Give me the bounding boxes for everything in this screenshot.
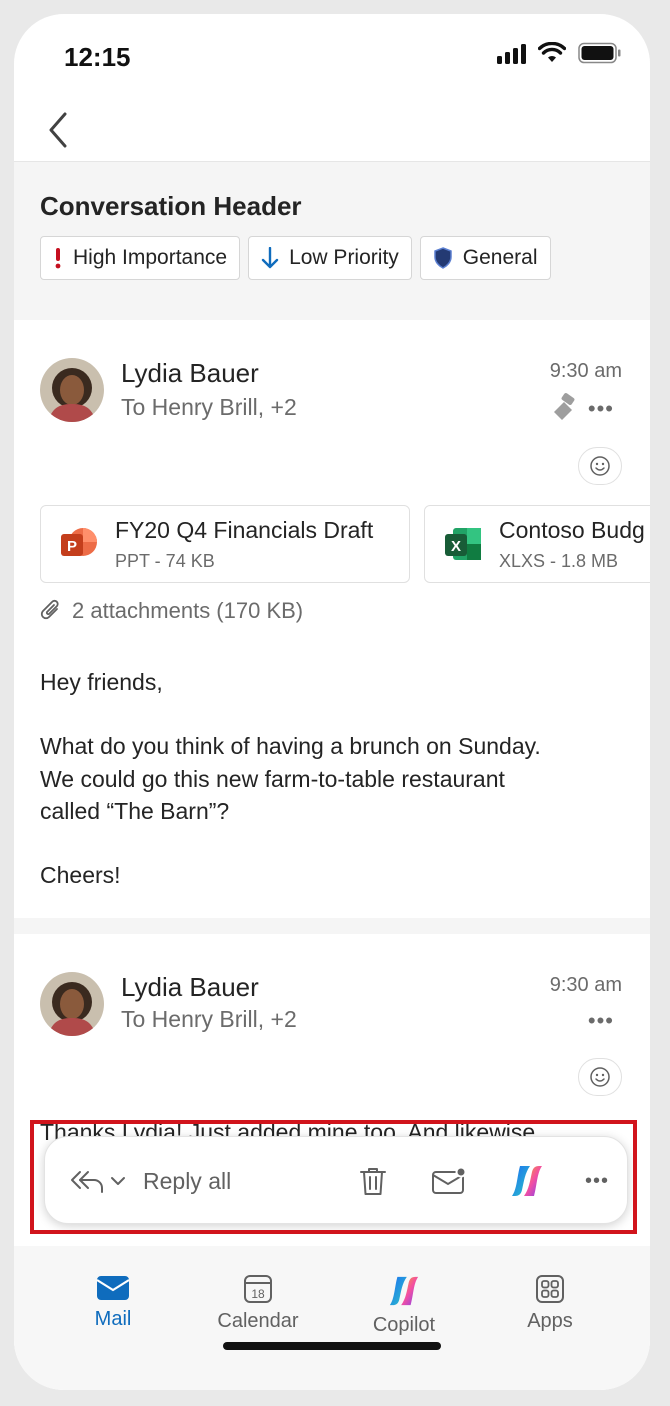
bottom-tab-bar: Mail 18 Calendar Copilot Apps	[14, 1246, 650, 1390]
message-body-line: What do you think of having a brunch on …	[40, 733, 541, 759]
tab-apps[interactable]: Apps	[495, 1274, 605, 1333]
chip-label: High Importance	[73, 246, 228, 269]
copilot-icon	[389, 1276, 419, 1306]
sender-name: Lydia Bauer	[121, 972, 259, 1002]
powerpoint-icon: P	[61, 528, 97, 556]
recipients[interactable]: To Henry Brill, +2	[121, 1006, 297, 1033]
conversation-title: Conversation Header	[40, 191, 302, 221]
attachment-name: Contoso Budg	[499, 517, 645, 543]
recipients[interactable]: To Henry Brill, +2	[121, 394, 297, 421]
attachment-name: FY20 Q4 Financials Draft	[115, 517, 374, 543]
arrow-down-icon	[261, 247, 279, 269]
avatar[interactable]	[40, 358, 104, 422]
apps-grid-icon	[536, 1275, 564, 1303]
tab-copilot[interactable]: Copilot	[349, 1274, 459, 1337]
svg-text:P: P	[67, 538, 77, 555]
home-indicator[interactable]	[223, 1342, 441, 1350]
add-reaction-button[interactable]	[578, 1058, 622, 1096]
attachments-summary[interactable]: 2 attachments (170 KB)	[40, 598, 303, 624]
message-time: 9:30 am	[549, 360, 622, 382]
excel-icon: X	[445, 528, 481, 560]
chip-low-priority[interactable]: Low Priority	[248, 236, 412, 280]
conversation-tags: High Importance Low Priority General	[40, 236, 551, 280]
attachment-card[interactable]: X Contoso Budg XLXS - 1.8 MB	[424, 505, 650, 583]
attachment-card[interactable]: P FY20 Q4 Financials Draft PPT - 74 KB	[40, 505, 410, 583]
message-more-button[interactable]: •••	[588, 1008, 614, 1034]
chevron-left-icon	[49, 112, 67, 148]
sender-name: Lydia Bauer	[121, 358, 259, 388]
message-body-line: called “The Barn”?	[40, 798, 230, 824]
chip-high-importance[interactable]: High Importance	[40, 236, 241, 280]
sweep-icon[interactable]	[550, 392, 580, 422]
paperclip-icon	[40, 599, 59, 620]
chip-label: General	[462, 246, 538, 269]
svg-text:18: 18	[251, 1287, 265, 1301]
chip-general[interactable]: General	[419, 236, 551, 280]
message-body-line: Hey friends,	[40, 669, 163, 695]
tab-label: Apps	[527, 1310, 573, 1332]
tab-label: Calendar	[217, 1310, 299, 1332]
tab-calendar[interactable]: 18 Calendar	[203, 1274, 313, 1333]
status-icons	[497, 42, 622, 64]
smiley-icon	[590, 456, 610, 476]
calendar-icon: 18	[244, 1275, 272, 1303]
attachments-row: P FY20 Q4 Financials Draft PPT - 74 KB X…	[40, 505, 650, 583]
shield-icon	[434, 247, 452, 269]
message-more-button[interactable]: •••	[588, 396, 614, 422]
attachment-meta: PPT - 74 KB	[115, 551, 215, 571]
attachment-meta: XLXS - 1.8 MB	[499, 551, 619, 571]
status-bar: 12:15	[14, 14, 650, 100]
avatar-photo	[40, 358, 104, 422]
wifi-icon	[538, 42, 566, 62]
chip-label: Low Priority	[289, 246, 399, 269]
add-reaction-button[interactable]	[578, 447, 622, 485]
message-card[interactable]: Lydia Bauer To Henry Brill, +2 9:30 am •…	[14, 320, 650, 918]
smiley-icon	[590, 1067, 610, 1087]
exclamation-icon	[55, 248, 61, 269]
tab-mail[interactable]: Mail	[58, 1274, 168, 1331]
svg-text:X: X	[451, 538, 461, 555]
highlight-box	[30, 1120, 637, 1234]
message-body-line: Cheers!	[40, 862, 121, 888]
tab-label: Copilot	[372, 1314, 436, 1336]
tab-label: Mail	[94, 1308, 132, 1330]
attachments-summary-text: 2 attachments (170 KB)	[72, 598, 304, 623]
message-time: 9:30 am	[549, 974, 622, 996]
message-body-line: We could go this new farm-to-table resta…	[40, 766, 505, 792]
conversation-header: Conversation Header High Importance Low …	[14, 163, 650, 319]
mail-icon	[96, 1276, 130, 1300]
battery-icon	[578, 42, 621, 64]
avatar-photo	[40, 972, 104, 1036]
nav-bar	[14, 100, 650, 162]
back-button[interactable]	[36, 108, 80, 152]
avatar[interactable]	[40, 972, 104, 1036]
status-time: 12:15	[64, 42, 131, 72]
cellular-signal-icon	[497, 42, 526, 64]
